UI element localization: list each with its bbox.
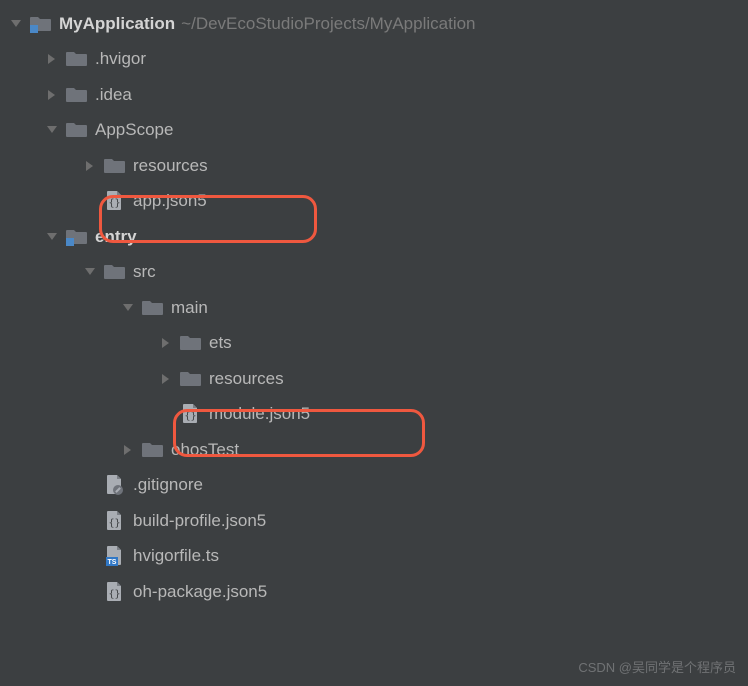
- tree-row-module-json5[interactable]: module.json5: [0, 397, 748, 433]
- json-file-icon: [104, 510, 126, 532]
- chevron-right-icon[interactable]: [42, 49, 62, 69]
- tree-label: AppScope: [95, 120, 173, 140]
- folder-icon: [180, 332, 202, 354]
- chevron-down-icon[interactable]: [6, 14, 26, 34]
- chevron-right-icon[interactable]: [156, 333, 176, 353]
- tree-row-build-profile[interactable]: build-profile.json5: [0, 503, 748, 539]
- tree-row-hvigor[interactable]: .hvigor: [0, 42, 748, 78]
- tree-label: resources: [133, 156, 208, 176]
- tree-row-ohostest[interactable]: ohosTest: [0, 432, 748, 468]
- folder-icon: [66, 48, 88, 70]
- tree-row-hvigorfile[interactable]: hvigorfile.ts: [0, 539, 748, 575]
- indent-spacer: [80, 201, 104, 202]
- tree-label: ohosTest: [171, 440, 239, 460]
- tree-label: main: [171, 298, 208, 318]
- project-path: ~/DevEcoStudioProjects/MyApplication: [181, 14, 475, 34]
- tree-row-appscope[interactable]: AppScope: [0, 113, 748, 149]
- tree-row-gitignore[interactable]: .gitignore: [0, 468, 748, 504]
- chevron-right-icon[interactable]: [118, 440, 138, 460]
- indent-spacer: [156, 414, 180, 415]
- tree-row-idea[interactable]: .idea: [0, 77, 748, 113]
- tree-row-appscope-resources[interactable]: resources: [0, 148, 748, 184]
- tree-row-app-json5[interactable]: app.json5: [0, 184, 748, 220]
- chevron-down-icon[interactable]: [80, 262, 100, 282]
- folder-icon: [142, 439, 164, 461]
- tree-row-root[interactable]: MyApplication ~/DevEcoStudioProjects/MyA…: [0, 6, 748, 42]
- tree-row-main[interactable]: main: [0, 290, 748, 326]
- tree-label: oh-package.json5: [133, 582, 267, 602]
- chevron-down-icon[interactable]: [118, 298, 138, 318]
- chevron-right-icon[interactable]: [156, 369, 176, 389]
- folder-icon: [180, 368, 202, 390]
- tree-label: .hvigor: [95, 49, 146, 69]
- folder-icon: [104, 155, 126, 177]
- watermark-text: CSDN @吴同学是个程序员: [578, 657, 736, 676]
- chevron-right-icon[interactable]: [80, 156, 100, 176]
- chevron-right-icon[interactable]: [42, 85, 62, 105]
- tree-label: build-profile.json5: [133, 511, 266, 531]
- chevron-down-icon[interactable]: [42, 227, 62, 247]
- chevron-down-icon[interactable]: [42, 120, 62, 140]
- project-tree[interactable]: MyApplication ~/DevEcoStudioProjects/MyA…: [0, 0, 748, 610]
- json-file-icon: [104, 581, 126, 603]
- folder-icon: [142, 297, 164, 319]
- tree-label: module.json5: [209, 404, 310, 424]
- folder-icon: [66, 119, 88, 141]
- indent-spacer: [80, 591, 104, 592]
- tree-label: app.json5: [133, 191, 207, 211]
- tree-row-oh-package[interactable]: oh-package.json5: [0, 574, 748, 610]
- tree-label: resources: [209, 369, 284, 389]
- tree-label: src: [133, 262, 156, 282]
- tree-label: hvigorfile.ts: [133, 546, 219, 566]
- json-file-icon: [180, 403, 202, 425]
- module-folder-icon: [66, 226, 88, 248]
- folder-icon: [104, 261, 126, 283]
- tree-row-src[interactable]: src: [0, 255, 748, 291]
- indent-spacer: [80, 485, 104, 486]
- tree-row-main-resources[interactable]: resources: [0, 361, 748, 397]
- project-name: MyApplication: [59, 14, 175, 34]
- tree-label: .idea: [95, 85, 132, 105]
- json-file-icon: [104, 190, 126, 212]
- file-icon: [104, 474, 126, 496]
- indent-spacer: [80, 556, 104, 557]
- indent-spacer: [80, 520, 104, 521]
- tree-row-entry[interactable]: entry: [0, 219, 748, 255]
- ts-file-icon: [104, 545, 126, 567]
- tree-row-ets[interactable]: ets: [0, 326, 748, 362]
- folder-icon: [66, 84, 88, 106]
- tree-label: entry: [95, 227, 137, 247]
- tree-label: .gitignore: [133, 475, 203, 495]
- tree-label: ets: [209, 333, 232, 353]
- module-folder-icon: [30, 13, 52, 35]
